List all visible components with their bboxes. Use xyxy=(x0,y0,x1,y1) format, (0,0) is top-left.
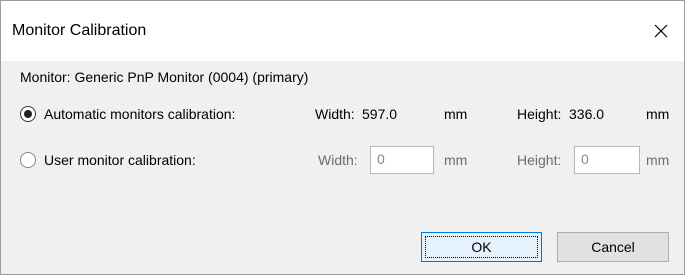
user-height-field[interactable]: 0 xyxy=(574,146,640,174)
monitor-name-label: Monitor: Generic PnP Monitor (0004) (pri… xyxy=(20,69,309,85)
close-button[interactable] xyxy=(638,11,684,51)
automatic-height-label: Height: xyxy=(517,106,562,122)
automatic-calibration-label: Automatic monitors calibration: xyxy=(44,106,236,122)
ok-button[interactable]: OK xyxy=(421,232,542,262)
calibration-dialog: Monitor Calibration Monitor: Generic PnP… xyxy=(0,0,685,275)
cancel-button[interactable]: Cancel xyxy=(557,232,669,262)
user-height-label: Height: xyxy=(517,152,562,168)
automatic-width-value: 597.0 xyxy=(362,106,398,122)
automatic-height-value: 336.0 xyxy=(569,106,605,122)
user-calibration-option[interactable]: User monitor calibration: xyxy=(20,150,196,170)
dialog-body: Monitor: Generic PnP Monitor (0004) (pri… xyxy=(1,61,684,274)
automatic-height-unit: mm xyxy=(646,106,670,122)
automatic-width-unit: mm xyxy=(444,106,468,122)
user-calibration-label: User monitor calibration: xyxy=(44,152,196,168)
automatic-width-label: Width: xyxy=(315,106,355,122)
user-height-unit: mm xyxy=(646,152,670,168)
automatic-calibration-option[interactable]: Automatic monitors calibration: xyxy=(20,104,235,124)
focus-rectangle xyxy=(425,236,538,258)
title-bar: Monitor Calibration xyxy=(1,1,684,61)
cancel-button-label: Cancel xyxy=(591,239,635,255)
user-calibration-radio[interactable] xyxy=(20,152,36,168)
user-width-unit: mm xyxy=(444,152,468,168)
dialog-title: Monitor Calibration xyxy=(12,22,147,39)
close-icon xyxy=(654,24,668,38)
user-width-field[interactable]: 0 xyxy=(370,146,434,174)
user-width-label: Width: xyxy=(318,152,358,168)
automatic-calibration-radio[interactable] xyxy=(20,106,36,122)
